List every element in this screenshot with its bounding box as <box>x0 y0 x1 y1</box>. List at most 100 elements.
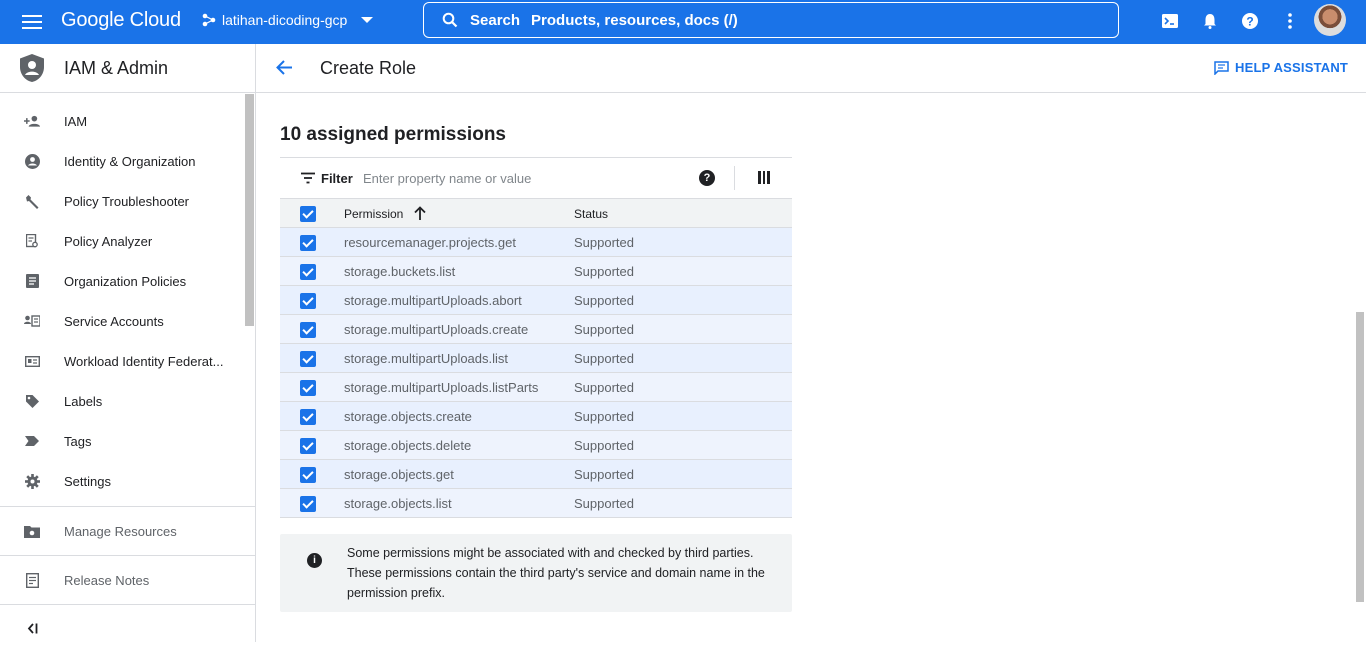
sidebar-item-label: Policy Analyzer <box>64 233 153 249</box>
column-header-status[interactable]: Status <box>574 207 608 221</box>
sidebar-item-organization-policies[interactable]: Organization Policies <box>0 261 246 301</box>
person-add-icon <box>24 113 40 129</box>
id-card-icon <box>24 353 40 369</box>
row-checkbox[interactable] <box>300 264 316 280</box>
folder-gear-icon <box>24 523 40 539</box>
chat-icon <box>1214 60 1229 75</box>
table-row: storage.multipartUploads.create Supported <box>280 315 792 344</box>
google-cloud-logo[interactable]: Google Cloud <box>61 9 181 32</box>
permission-status: Supported <box>574 235 634 250</box>
table-row: storage.buckets.list Supported <box>280 257 792 286</box>
row-checkbox[interactable] <box>300 322 316 338</box>
permission-status: Supported <box>574 409 634 424</box>
permission-status: Supported <box>574 351 634 366</box>
notifications-icon[interactable] <box>1201 12 1219 30</box>
permission-name: storage.buckets.list <box>344 264 456 279</box>
sidebar-item-workload-identity-federation[interactable]: Workload Identity Federat... <box>0 341 246 381</box>
gear-icon <box>24 473 40 489</box>
sidebar-scrollbar[interactable] <box>245 94 254 326</box>
permission-status: Supported <box>574 438 634 453</box>
column-header-permission[interactable]: Permission <box>344 207 403 221</box>
table-row: storage.objects.create Supported <box>280 402 792 431</box>
row-checkbox[interactable] <box>300 409 316 425</box>
chevron-down-icon <box>361 17 374 23</box>
help-circle-icon[interactable]: ? <box>699 170 715 186</box>
permissions-table: Filter ? Permission Status resourcemanag… <box>280 157 792 518</box>
chevron-tag-icon <box>24 433 40 449</box>
sidebar-header: IAM & Admin <box>0 44 255 93</box>
sidebar-item-label: Manage Resources <box>64 523 177 539</box>
sidebar-item-release-notes[interactable]: Release Notes <box>0 560 246 600</box>
collapse-sidebar-button[interactable] <box>0 608 246 648</box>
table-body: resourcemanager.projects.get Supported st… <box>280 228 792 518</box>
table-row: storage.multipartUploads.listParts Suppor… <box>280 373 792 402</box>
sidebar-item-label: Policy Troubleshooter <box>64 193 190 209</box>
sidebar-item-policy-troubleshooter[interactable]: Policy Troubleshooter <box>0 181 246 221</box>
row-checkbox[interactable] <box>300 351 316 367</box>
filter-input[interactable] <box>363 167 663 189</box>
permission-name: resourcemanager.projects.get <box>344 235 516 250</box>
row-checkbox[interactable] <box>300 293 316 309</box>
permission-status: Supported <box>574 496 634 511</box>
cloud-shell-icon[interactable] <box>1161 12 1179 30</box>
row-checkbox[interactable] <box>300 380 316 396</box>
table-row: storage.objects.list Supported <box>280 489 792 518</box>
help-icon[interactable]: ? <box>1241 12 1259 30</box>
sidebar-item-label: Service Accounts <box>64 313 164 329</box>
sidebar-item-tags[interactable]: Tags <box>0 421 246 461</box>
more-vert-icon[interactable] <box>1281 12 1299 30</box>
avatar[interactable] <box>1314 4 1346 36</box>
sidebar-item-manage-resources[interactable]: Manage Resources <box>0 511 246 551</box>
row-checkbox[interactable] <box>300 496 316 512</box>
info-icon: i <box>307 553 322 568</box>
sidebar-item-labels[interactable]: Labels <box>0 381 246 421</box>
permission-name: storage.multipartUploads.create <box>344 322 529 337</box>
filter-label: Filter <box>321 171 353 186</box>
page-scrollbar[interactable] <box>1356 312 1364 602</box>
permission-name: storage.objects.list <box>344 496 452 511</box>
column-display-icon[interactable] <box>758 171 771 184</box>
permission-status: Supported <box>574 293 634 308</box>
row-checkbox[interactable] <box>300 235 316 251</box>
project-name: latihan-dicoding-gcp <box>222 12 348 28</box>
sidebar-item-policy-analyzer[interactable]: Policy Analyzer <box>0 221 246 261</box>
document-list-icon <box>24 273 40 289</box>
permission-name: storage.objects.get <box>344 467 454 482</box>
sidebar-item-label: Settings <box>64 473 111 489</box>
sidebar-divider <box>0 555 255 556</box>
sidebar-item-settings[interactable]: Settings <box>0 461 246 501</box>
row-checkbox[interactable] <box>300 438 316 454</box>
back-arrow-icon[interactable] <box>275 58 295 78</box>
sidebar-title: IAM & Admin <box>64 57 169 78</box>
search-label: Search <box>470 11 521 29</box>
sort-arrow-up-icon[interactable] <box>414 206 426 220</box>
row-checkbox[interactable] <box>300 467 316 483</box>
permission-name: storage.objects.delete <box>344 438 472 453</box>
permission-name: storage.multipartUploads.listParts <box>344 380 539 395</box>
sidebar-item-label: Tags <box>64 433 92 449</box>
permission-name: storage.objects.create <box>344 409 472 424</box>
info-text: Some permissions might be associated wit… <box>347 546 765 600</box>
sidebar: IAM & Admin IAM Identity & Organization … <box>0 44 256 642</box>
permission-status: Supported <box>574 380 634 395</box>
service-account-icon <box>24 313 40 329</box>
search-bar[interactable]: Search Products, resources, docs (/) <box>423 2 1119 38</box>
help-assistant-label: HELP ASSISTANT <box>1235 60 1349 75</box>
table-row: storage.multipartUploads.list Supported <box>280 344 792 373</box>
select-all-checkbox[interactable] <box>300 206 316 222</box>
project-picker[interactable]: latihan-dicoding-gcp <box>202 12 374 28</box>
permission-name: storage.multipartUploads.list <box>344 351 509 366</box>
menu-icon[interactable] <box>22 12 42 32</box>
sidebar-item-service-accounts[interactable]: Service Accounts <box>0 301 246 341</box>
shield-icon <box>20 54 44 82</box>
document-search-icon <box>24 233 40 249</box>
page-title: Create Role <box>320 58 417 78</box>
search-icon <box>442 12 458 28</box>
help-assistant-button[interactable]: HELP ASSISTANT <box>1214 60 1348 75</box>
table-row: storage.multipartUploads.abort Supported <box>280 286 792 315</box>
svg-text:?: ? <box>1246 15 1253 29</box>
sidebar-item-label: Labels <box>64 393 103 409</box>
sidebar-item-identity-organization[interactable]: Identity & Organization <box>0 141 246 181</box>
sidebar-item-iam[interactable]: IAM <box>0 101 246 141</box>
account-circle-icon <box>24 153 40 169</box>
